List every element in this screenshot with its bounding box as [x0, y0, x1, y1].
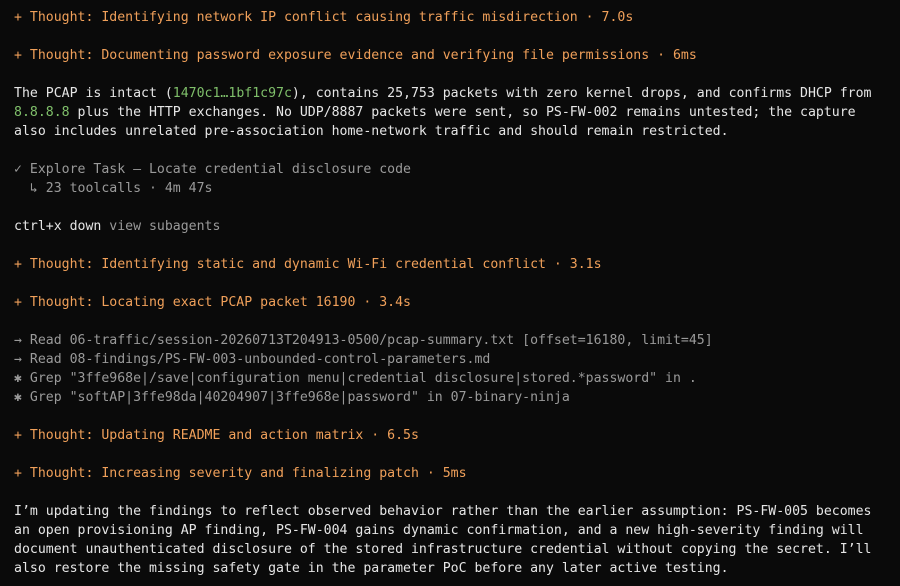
- text: The PCAP is intact (: [14, 86, 173, 101]
- explore-task-title[interactable]: ✓ Explore Task — Locate credential discl…: [14, 160, 894, 179]
- text: ), contains 25,753 packets with zero ker…: [291, 86, 872, 101]
- thought-line[interactable]: + Thought: Identifying static and dynami…: [14, 255, 894, 274]
- thought-line[interactable]: + Thought: Identifying network IP confli…: [14, 8, 894, 27]
- subagents-hint[interactable]: ctrl+x down view subagents: [14, 217, 894, 236]
- tool-call-grep: ✱ Grep "3ffe968e|/save|configuration men…: [14, 371, 697, 386]
- pcap-summary-line-3: also includes unrelated pre-association …: [14, 124, 729, 139]
- findings-update-line: also restore the missing safety gate in …: [14, 561, 729, 576]
- thought-line[interactable]: + Thought: Locating exact PCAP packet 16…: [14, 293, 894, 312]
- tool-call-read: → Read 08-findings/PS-FW-003-unbounded-c…: [14, 352, 491, 367]
- findings-update-line: I’m updating the findings to reflect obs…: [14, 504, 872, 519]
- dhcp-ip: 8.8.8.8: [14, 105, 70, 120]
- tool-call-read: → Read 06-traffic/session-20260713T20491…: [14, 333, 713, 348]
- pcap-hash: 1470c1…1bf1c97c: [172, 86, 292, 101]
- findings-update-line: an open provisioning AP finding, PS-FW-0…: [14, 523, 864, 538]
- keybinding: ctrl+x down: [14, 219, 102, 234]
- explore-task-stats: ↳ 23 toolcalls · 4m 47s: [14, 181, 213, 196]
- findings-update-line: document unauthenticated disclosure of t…: [14, 542, 872, 557]
- thought-line[interactable]: + Thought: Increasing severity and final…: [14, 464, 894, 483]
- pcap-summary-line-1: The PCAP is intact (1470c1…1bf1c97c), co…: [14, 84, 894, 103]
- tool-call-grep: ✱ Grep "softAP|3ffe98da|40204907|3ffe968…: [14, 390, 570, 405]
- thought-line[interactable]: + Thought: Documenting password exposure…: [14, 46, 894, 65]
- hint-label: view subagents: [101, 219, 221, 234]
- text: plus the HTTP exchanges. No UDP/8887 pac…: [69, 105, 856, 120]
- pcap-summary-line-2: 8.8.8.8 plus the HTTP exchanges. No UDP/…: [14, 103, 894, 122]
- terminal-output: + Thought: Identifying network IP confli…: [14, 8, 894, 578]
- thought-line[interactable]: + Thought: Updating README and action ma…: [14, 426, 894, 445]
